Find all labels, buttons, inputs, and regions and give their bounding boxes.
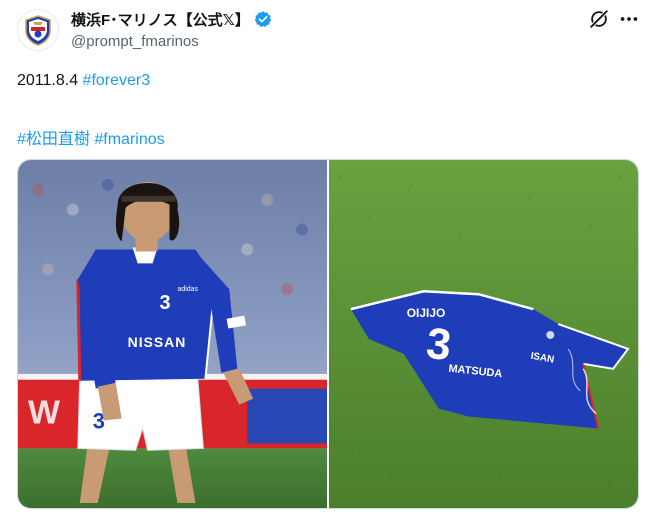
tweet-text-line-2: #松田直樹 #fmarinos bbox=[17, 125, 165, 149]
tweet-text-line-1: 2011.8.4 #forever3 bbox=[17, 72, 150, 90]
svg-text:W: W bbox=[28, 394, 60, 432]
tweet-date-text: 2011.8.4 bbox=[17, 72, 79, 89]
account-handle[interactable]: @prompt_fmarinos bbox=[71, 33, 199, 50]
photo-player[interactable]: W 3 3 NISSAN adidas bbox=[18, 160, 327, 508]
more-icon[interactable] bbox=[618, 8, 640, 30]
shirt-back-sponsor: OIJIJO bbox=[407, 306, 446, 320]
fmarinos-crest-icon bbox=[25, 15, 51, 46]
hashtag-matsuda[interactable]: #松田直樹 bbox=[17, 131, 90, 148]
media-grid: W 3 3 NISSAN adidas OIJIJO 3 MATSUDA ISA… bbox=[17, 159, 639, 509]
hashtag-forever3[interactable]: #forever3 bbox=[83, 72, 151, 89]
jersey-brand: adidas bbox=[177, 286, 198, 293]
photo-shirt-on-grass[interactable]: OIJIJO 3 MATSUDA ISAN bbox=[329, 160, 638, 508]
grok-icon[interactable] bbox=[588, 8, 610, 30]
avatar[interactable] bbox=[17, 9, 59, 51]
hashtag-fmarinos[interactable]: #fmarinos bbox=[94, 131, 164, 148]
verified-badge-icon bbox=[254, 10, 272, 28]
jersey-sponsor: NISSAN bbox=[128, 334, 187, 350]
display-name[interactable]: 横浜F･マリノス【公式𝕏】 bbox=[71, 9, 250, 30]
jersey-number-3: 3 bbox=[160, 292, 171, 314]
